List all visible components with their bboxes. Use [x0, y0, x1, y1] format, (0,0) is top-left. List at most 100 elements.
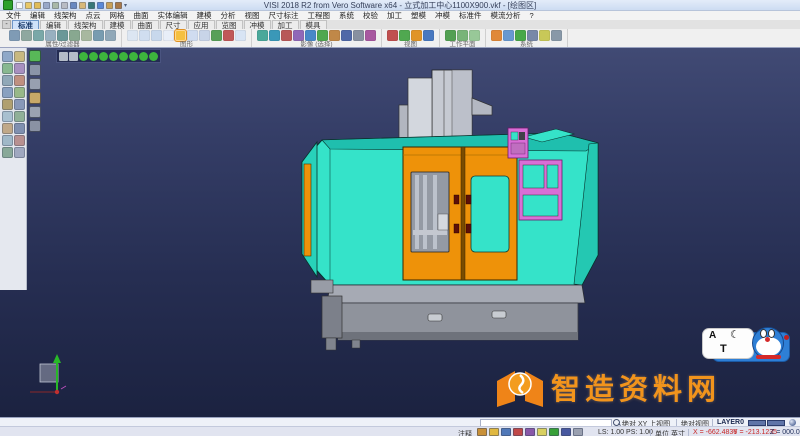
- ribbon-tool-icon[interactable]: [21, 30, 32, 41]
- ribbon-tool-icon[interactable]: [365, 30, 376, 41]
- ribbon-tool-icon[interactable]: [445, 30, 456, 41]
- door-handle: [454, 224, 459, 233]
- ribbon-tool-icon[interactable]: [127, 30, 138, 41]
- ribbon-tool-icon[interactable]: [223, 30, 234, 41]
- machine-3d-model[interactable]: [0, 48, 800, 417]
- ribbon-tool-icon[interactable]: [341, 30, 352, 41]
- ribbon-tool-icon[interactable]: [57, 30, 68, 41]
- toolbar-collapse-button[interactable]: -: [2, 20, 11, 29]
- sticker-letter-t: T: [720, 343, 727, 355]
- scale-indicator: LS: 1.00 PS: 1.00: [598, 429, 653, 436]
- ribbon-tool-icon[interactable]: [503, 30, 514, 41]
- toolbar-tab[interactable]: 编辑: [40, 20, 67, 29]
- ribbon-tool-icon[interactable]: [45, 30, 56, 41]
- front-doors: [403, 147, 517, 280]
- ribbon-tool-icon[interactable]: [69, 30, 80, 41]
- ribbon-group: 视图: [382, 29, 440, 47]
- ribbon-tool-icon[interactable]: [93, 30, 104, 41]
- toolbar-tab[interactable]: 览图: [216, 20, 243, 29]
- linetype-swatch-button[interactable]: [767, 420, 785, 426]
- ribbon-tool-icon[interactable]: [81, 30, 92, 41]
- door-handle: [454, 195, 459, 204]
- ribbon-tool-icon[interactable]: [491, 30, 502, 41]
- color-swatch-button[interactable]: [748, 420, 766, 426]
- ribbon-tool-icon[interactable]: [293, 30, 304, 41]
- status-tool-icon[interactable]: [513, 428, 523, 436]
- search-icon[interactable]: [613, 419, 620, 426]
- toolbar-tab[interactable]: 曲面: [132, 20, 159, 29]
- ribbon-group: 系统: [486, 29, 568, 47]
- ribbon-tool-icon[interactable]: [411, 30, 422, 41]
- ribbon-tool-icon[interactable]: [317, 30, 328, 41]
- ribbon-tool-icon[interactable]: [175, 30, 186, 41]
- ribbon-group-label: 图形: [127, 41, 246, 48]
- ribbon-tool-icon[interactable]: [457, 30, 468, 41]
- ribbon-tool-icon[interactable]: [305, 30, 316, 41]
- visi-application-window: ▾ VISI 2018 R2 from Vero Software x64 - …: [0, 0, 800, 436]
- ribbon-tool-icon[interactable]: [187, 30, 198, 41]
- ribbon-group-label: 视图: [387, 41, 434, 48]
- ribbon-tool-icon[interactable]: [527, 30, 538, 41]
- column-bracket: [472, 98, 492, 115]
- ribbon-group-label: 属性/过滤器: [9, 41, 116, 48]
- ribbon-tool-icon[interactable]: [9, 30, 20, 41]
- machine-base: [311, 280, 585, 350]
- ribbon-tool-icon[interactable]: [33, 30, 44, 41]
- ribbon-tool-icon[interactable]: [387, 30, 398, 41]
- units-indicator[interactable]: 单位 英寸: [655, 429, 685, 436]
- ribbon-tool-icon[interactable]: [551, 30, 562, 41]
- active-layer-indicator[interactable]: LAYER0: [717, 419, 744, 426]
- ribbon-tool-icon[interactable]: [353, 30, 364, 41]
- ribbon-tool-icon[interactable]: [211, 30, 222, 41]
- toolbar-tab[interactable]: 冲模: [244, 20, 271, 29]
- toolbar-tab[interactable]: 建模: [104, 20, 131, 29]
- graphics-viewport[interactable]: 智造资料网 A ☾ T: [0, 48, 800, 417]
- status-tool-icon[interactable]: [525, 428, 535, 436]
- ribbon-tool-icon[interactable]: [199, 30, 210, 41]
- doraemon-nose: [765, 337, 770, 342]
- menu-item[interactable]: ?: [530, 11, 534, 20]
- annotation-toggle[interactable]: 注释: [458, 429, 472, 436]
- ribbon-toolbar: 属性/过滤器: [0, 29, 800, 48]
- status-tool-icon[interactable]: [561, 428, 571, 436]
- ribbon-tool-icon[interactable]: [235, 30, 246, 41]
- ribbon-group: 工作平面: [440, 29, 486, 47]
- status-tool-icon[interactable]: [537, 428, 547, 436]
- window-title: VISI 2018 R2 from Vero Software x64 - 立式…: [0, 0, 800, 11]
- ribbon-group: 图形: [122, 29, 252, 47]
- status-tool-icon[interactable]: [573, 428, 583, 436]
- ribbon-tool-icon[interactable]: [423, 30, 434, 41]
- ribbon-tool-icon[interactable]: [281, 30, 292, 41]
- ribbon-tool-icon[interactable]: [399, 30, 410, 41]
- toolbar-tabs: 标准 编辑 线架构 建模 曲面 尺寸 应用 览图 冲模 加工 模具: [12, 20, 327, 29]
- ribbon-tool-icon[interactable]: [515, 30, 526, 41]
- ribbon-tool-icon[interactable]: [163, 30, 174, 41]
- coordinate-z: Z = 000.0000: [770, 429, 800, 436]
- ribbon-tool-icon[interactable]: [139, 30, 150, 41]
- toolbar-tab[interactable]: 模具: [300, 20, 327, 29]
- coordinate-x: X = -662.4836: [693, 429, 737, 436]
- status-sphere-icon[interactable]: [789, 419, 796, 426]
- toolbar-tab[interactable]: 加工: [272, 20, 299, 29]
- toolbar-tab[interactable]: 标准: [12, 20, 39, 29]
- ribbon-tool-icon[interactable]: [539, 30, 550, 41]
- ribbon-tool-icon[interactable]: [469, 30, 480, 41]
- toolbar-tab[interactable]: 应用: [188, 20, 215, 29]
- watermark-logo-icon: [497, 371, 543, 407]
- ribbon-tool-icon[interactable]: [105, 30, 116, 41]
- ribbon-group-label: 工作平面: [445, 41, 480, 48]
- ribbon-tool-icon[interactable]: [329, 30, 340, 41]
- toolbar-tab[interactable]: 线架构: [68, 20, 103, 29]
- status-tool-icon[interactable]: [489, 428, 499, 436]
- sticker-letter-a: A: [709, 330, 716, 341]
- ribbon-tool-icon[interactable]: [269, 30, 280, 41]
- status-tool-icon[interactable]: [501, 428, 511, 436]
- ribbon-group: 属性/过滤器: [4, 29, 122, 47]
- status-tool-icon[interactable]: [477, 428, 487, 436]
- ribbon-tool-icon[interactable]: [257, 30, 268, 41]
- ribbon-group-label: 影像 (选择): [257, 41, 376, 48]
- ribbon-tool-icon[interactable]: [151, 30, 162, 41]
- status-tool-icon[interactable]: [549, 428, 559, 436]
- toolbar-tab[interactable]: 尺寸: [160, 20, 187, 29]
- side-window-frame: [519, 160, 562, 220]
